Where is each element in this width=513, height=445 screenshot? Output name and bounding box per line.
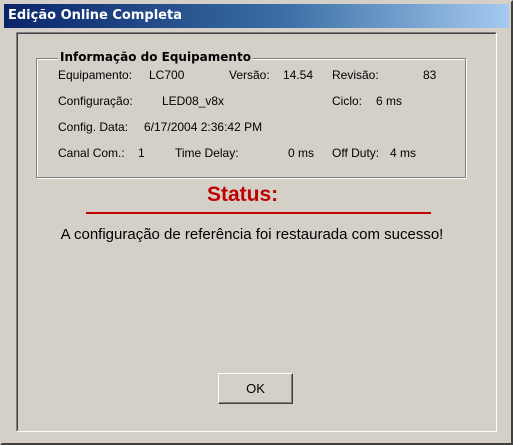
equipment-info-group-label: Informação do Equipamento [58,50,253,64]
window-title: Edição Online Completa [8,8,182,23]
status-message: A configuração de referência foi restaur… [60,226,444,243]
off-duty-value: 4 ms [390,146,417,160]
revision-label: Revisão: [332,68,379,82]
equipment-label: Equipamento: [58,68,133,82]
channel-value: 1 [138,146,145,160]
configuration-label: Configuração: [58,94,133,108]
config-date-label: Config. Data: [58,120,129,134]
ok-button[interactable]: OK [218,373,293,404]
version-label: Versão: [229,68,270,82]
config-date-value: 6/17/2004 2:36:42 PM [144,120,263,134]
time-delay-label: Time Delay: [175,146,239,160]
cycle-label: Ciclo: [332,94,363,108]
cycle-value: 6 ms [376,94,403,108]
title-bar[interactable]: Edição Online Completa [4,4,509,28]
version-value: 14.54 [283,68,314,82]
off-duty-label: Off Duty: [332,146,380,160]
configuration-value: LED08_v8x [162,94,225,108]
time-delay-value: 0 ms [288,146,315,160]
equipment-value: LC700 [149,68,185,82]
status-divider [86,212,431,214]
status-heading: Status: [207,183,279,206]
channel-label: Canal Com.: [58,146,125,160]
revision-value: 83 [423,68,437,82]
